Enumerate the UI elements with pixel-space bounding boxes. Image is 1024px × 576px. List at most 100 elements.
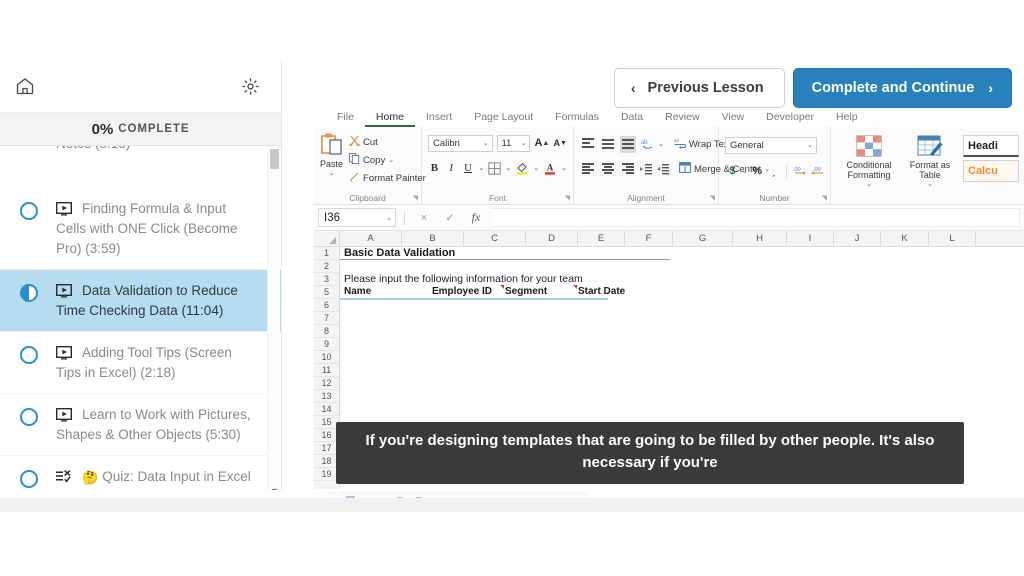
column-header-g[interactable]: G <box>673 231 733 246</box>
chevron-down-icon[interactable]: ⌄ <box>386 214 392 222</box>
number-dialog-launcher-icon[interactable]: ◥ <box>822 194 827 202</box>
sidebar-scrollbar[interactable]: ▼ <box>267 146 280 498</box>
row-header[interactable]: 1 <box>314 247 339 260</box>
align-left-button[interactable] <box>580 161 596 178</box>
chevron-down-icon[interactable]: ⌄ <box>388 156 394 164</box>
orientation-button[interactable]: ab <box>640 136 654 153</box>
number-format-select[interactable]: General ⌄ <box>725 137 817 154</box>
chevron-down-icon[interactable]: ⌄ <box>561 164 567 172</box>
cell-style-calculation[interactable]: Calcu <box>963 160 1019 182</box>
increase-indent-button[interactable] <box>657 161 670 178</box>
fill-color-button[interactable] <box>515 160 529 177</box>
cancel-formula-button[interactable]: × <box>413 212 435 224</box>
chevron-down-icon[interactable]: ⌄ <box>478 164 484 172</box>
bold-button[interactable]: B <box>428 160 441 177</box>
column-header-b[interactable]: B <box>402 231 464 246</box>
lesson-video-player[interactable]: File Home Insert Page Layout Formulas Da… <box>300 108 1024 498</box>
font-size-select[interactable]: 11 ⌄ <box>497 135 531 152</box>
row-header[interactable]: 6 <box>314 299 339 312</box>
font-color-button[interactable]: A <box>543 160 557 177</box>
decrease-decimal-button[interactable]: .00 <box>809 163 824 180</box>
decrease-indent-button[interactable] <box>640 161 653 178</box>
complete-and-continue-button[interactable]: Complete and Continue › <box>793 68 1012 108</box>
column-header-h[interactable]: H <box>733 231 787 246</box>
row-header[interactable]: 13 <box>314 390 339 403</box>
paste-button[interactable]: Paste ⌄ <box>320 131 343 186</box>
column-header-i[interactable]: I <box>787 231 834 246</box>
row-header[interactable]: 12 <box>314 377 339 390</box>
row-header[interactable]: 9 <box>314 338 339 351</box>
tab-review[interactable]: Review <box>654 108 710 125</box>
gear-icon[interactable] <box>235 71 265 101</box>
copy-button[interactable]: Copy ⌄ <box>347 152 428 168</box>
percent-style-button[interactable]: % <box>750 163 765 180</box>
tab-developer[interactable]: Developer <box>755 108 825 125</box>
italic-button[interactable]: I <box>445 160 458 177</box>
font-name-select[interactable]: Calibri ⌄ <box>428 135 493 152</box>
tab-insert[interactable]: Insert <box>415 108 463 125</box>
chevron-down-icon[interactable]: ⌄ <box>533 164 539 172</box>
list-item[interactable]: Learn to Work with Pictures, Shapes & Ot… <box>0 394 281 456</box>
font-dialog-launcher-icon[interactable]: ◥ <box>565 194 570 202</box>
name-box[interactable]: I36 ⌄ <box>318 208 396 227</box>
column-header-a[interactable]: A <box>340 231 402 246</box>
align-right-button[interactable] <box>620 161 636 178</box>
format-painter-button[interactable]: Format Painter <box>347 170 428 186</box>
tab-page-layout[interactable]: Page Layout <box>463 108 544 125</box>
column-header-c[interactable]: C <box>464 231 526 246</box>
column-header-d[interactable]: D <box>526 231 578 246</box>
enter-formula-button[interactable]: ✓ <box>439 211 461 224</box>
cell-a1[interactable]: Basic Data Validation <box>344 247 455 259</box>
cell-b5[interactable]: Employee ID <box>432 286 492 297</box>
formula-input[interactable] <box>491 208 1020 227</box>
row-header[interactable]: 3 <box>314 273 339 286</box>
chevron-down-icon[interactable]: ⌄ <box>658 140 664 148</box>
accounting-format-button[interactable]: $ <box>725 163 740 180</box>
clipboard-dialog-launcher-icon[interactable]: ◥ <box>413 194 418 202</box>
increase-font-size-button[interactable]: A▲ <box>534 135 549 152</box>
chevron-down-icon[interactable]: ⌄ <box>329 169 335 177</box>
insert-function-button[interactable]: fx <box>465 210 487 225</box>
row-header[interactable]: 7 <box>314 312 339 325</box>
chevron-down-icon[interactable]: ⌄ <box>505 164 511 172</box>
chevron-down-icon[interactable]: ⌄ <box>927 180 933 188</box>
tab-formulas[interactable]: Formulas <box>544 108 610 125</box>
tab-help[interactable]: Help <box>825 108 869 125</box>
row-header[interactable]: 5 <box>314 286 339 299</box>
tab-home[interactable]: Home <box>365 108 415 127</box>
borders-button[interactable] <box>488 160 501 177</box>
cell-d5[interactable]: Start Date <box>578 286 625 297</box>
cell-c5[interactable]: Segment <box>505 286 547 297</box>
cell-a3[interactable]: Please input the following information f… <box>344 273 583 285</box>
format-as-table-button[interactable]: Format as Table ⌄ <box>905 133 955 188</box>
row-header[interactable]: 11 <box>314 364 339 377</box>
chevron-down-icon[interactable]: ⌄ <box>742 167 748 175</box>
column-header-f[interactable]: F <box>625 231 673 246</box>
column-header-k[interactable]: K <box>881 231 929 246</box>
align-top-button[interactable] <box>580 136 596 153</box>
underline-button[interactable]: U <box>462 160 475 177</box>
decrease-font-size-button[interactable]: A▼ <box>553 135 567 152</box>
select-all-corner[interactable] <box>314 231 340 246</box>
cell-style-heading[interactable]: Headi <box>963 135 1019 157</box>
align-bottom-button[interactable] <box>620 136 636 153</box>
cut-button[interactable]: Cut <box>347 134 428 150</box>
row-header[interactable]: 8 <box>314 325 339 338</box>
column-header-e[interactable]: E <box>578 231 625 246</box>
previous-lesson-button[interactable]: ‹ Previous Lesson <box>614 68 785 108</box>
column-header-l[interactable]: L <box>929 231 976 246</box>
list-item-active[interactable]: Data Validation to Reduce Time Checking … <box>0 270 281 332</box>
tab-data[interactable]: Data <box>610 108 654 125</box>
alignment-dialog-launcher-icon[interactable]: ◥ <box>710 194 715 202</box>
align-center-button[interactable] <box>600 161 616 178</box>
list-item[interactable]: Finding Formula & Input Cells with ONE C… <box>0 188 281 270</box>
align-middle-button[interactable] <box>600 136 616 153</box>
row-header[interactable]: 10 <box>314 351 339 364</box>
column-header-j[interactable]: J <box>834 231 881 246</box>
row-header[interactable]: 2 <box>314 260 339 273</box>
comma-style-button[interactable]: ͵ <box>767 163 782 180</box>
scrollbar-thumb[interactable] <box>270 149 279 169</box>
tab-file[interactable]: File <box>326 108 365 125</box>
row-header[interactable]: 14 <box>314 403 339 416</box>
increase-decimal-button[interactable]: .00 <box>792 163 807 180</box>
